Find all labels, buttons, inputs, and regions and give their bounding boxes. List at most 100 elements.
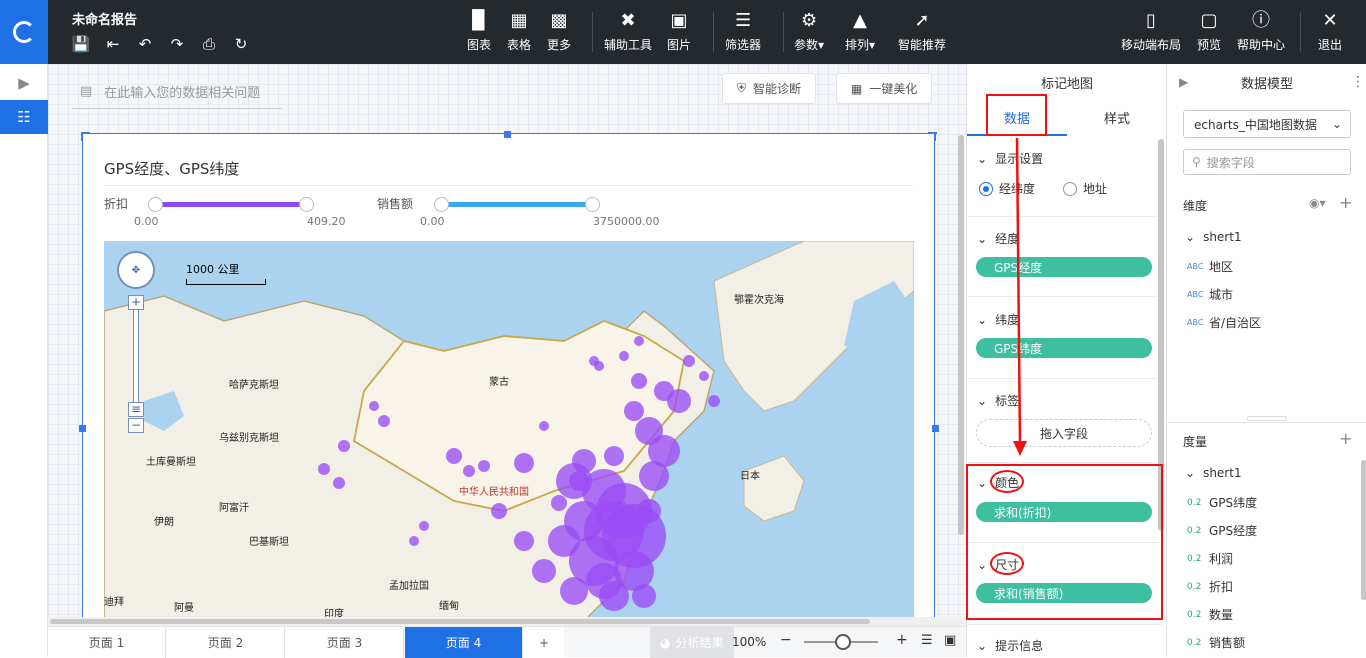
- more-menu-icon[interactable]: ⋮: [1351, 74, 1365, 90]
- fit-screen-icon[interactable]: ▣: [944, 633, 956, 648]
- collapse-panel-icon[interactable]: ▶: [0, 66, 48, 100]
- tooltip-section[interactable]: ⌄ 提示信息: [977, 637, 1043, 654]
- arrange-button[interactable]: ▲ 排列▾: [845, 10, 875, 53]
- data-bubble[interactable]: [514, 531, 534, 551]
- splitter-handle[interactable]: [1247, 416, 1287, 421]
- tab-data[interactable]: 数据: [967, 100, 1067, 136]
- zoom-slider[interactable]: [133, 297, 139, 412]
- assist-tools-button[interactable]: ✖ 辅助工具: [604, 10, 652, 53]
- filter-button[interactable]: ☰ 筛选器: [725, 10, 761, 53]
- zoom-in-button[interactable]: +: [128, 295, 144, 310]
- resize-handle[interactable]: [81, 132, 83, 141]
- sales-slider-track[interactable]: [441, 202, 591, 207]
- data-bubble[interactable]: [338, 440, 350, 452]
- data-bubble[interactable]: [699, 371, 709, 381]
- report-title[interactable]: 未命名报告: [72, 9, 137, 28]
- data-model-nav-icon[interactable]: ☷: [0, 100, 48, 134]
- redo-icon[interactable]: ↷: [168, 35, 186, 53]
- data-bubble[interactable]: [539, 421, 549, 431]
- measure-field-sales[interactable]: 0.2 销售额: [1187, 634, 1245, 651]
- data-bubble[interactable]: [318, 463, 330, 475]
- data-bubble[interactable]: [333, 477, 345, 489]
- data-bubble[interactable]: [569, 471, 589, 491]
- data-bubble[interactable]: [619, 351, 629, 361]
- sales-slider-max-handle[interactable]: [585, 197, 600, 212]
- refresh-icon[interactable]: ↻: [232, 35, 250, 53]
- zoom-minus-icon[interactable]: −: [780, 632, 792, 648]
- scroll-thumb[interactable]: [50, 619, 870, 624]
- data-bubble[interactable]: [634, 336, 644, 346]
- measure-field-gps-lng[interactable]: 0.2 GPS经度: [1187, 522, 1257, 539]
- add-measure-icon[interactable]: +: [1339, 429, 1352, 448]
- zoom-out-button[interactable]: −: [128, 418, 144, 433]
- panel-scrollbar[interactable]: [1158, 139, 1164, 531]
- field-search-input[interactable]: ⚲ 搜索字段: [1183, 149, 1351, 175]
- canvas-horizontal-scrollbar[interactable]: [48, 617, 966, 626]
- analysis-results-button[interactable]: ◕ 分析结果: [650, 627, 734, 658]
- add-page-button[interactable]: +: [524, 627, 564, 658]
- data-bubble[interactable]: [631, 373, 647, 389]
- dataset-select[interactable]: echarts_中国地图数据 ⌄: [1183, 110, 1351, 138]
- one-click-beautify-button[interactable]: ▦ 一键美化: [836, 73, 933, 104]
- resize-handle[interactable]: [79, 425, 86, 432]
- zoom-handle[interactable]: ≡: [128, 402, 144, 417]
- measure-field-profit[interactable]: 0.2 利润: [1187, 550, 1233, 567]
- pan-control[interactable]: ✥: [117, 251, 155, 289]
- dim-field-province[interactable]: ABC 省/自治区: [1187, 314, 1261, 331]
- tab-page-1[interactable]: 页面 1: [48, 627, 166, 658]
- globe-icon[interactable]: ◉▾: [1309, 196, 1326, 210]
- model-scrollbar[interactable]: [1361, 460, 1366, 600]
- data-bubble[interactable]: [560, 577, 588, 605]
- zoom-plus-icon[interactable]: +: [896, 632, 908, 648]
- data-bubble[interactable]: [446, 448, 462, 464]
- tab-style[interactable]: 样式: [1067, 100, 1167, 136]
- dim-field-region[interactable]: ABC 地区: [1187, 258, 1233, 275]
- size-field-chip[interactable]: 求和(销售额): [976, 583, 1152, 603]
- color-section[interactable]: ⌄ 颜色: [977, 474, 1019, 491]
- undo-icon[interactable]: ↶: [136, 35, 154, 53]
- discount-slider-max-handle[interactable]: [299, 197, 314, 212]
- dim-field-city[interactable]: ABC 城市: [1187, 286, 1233, 303]
- preview-button[interactable]: ▢ 预览: [1197, 10, 1221, 53]
- data-bubble[interactable]: [478, 460, 490, 472]
- data-bubble[interactable]: [639, 461, 669, 491]
- data-bubble[interactable]: [708, 395, 720, 407]
- help-button[interactable]: ⓘ 帮助中心: [1237, 10, 1285, 53]
- exit-button[interactable]: ✕ 退出: [1318, 10, 1342, 53]
- chart-button[interactable]: ▉ 图表: [467, 10, 491, 53]
- canvas-vertical-scrollbar[interactable]: [958, 135, 964, 535]
- smart-diagnose-button[interactable]: ⛨ 智能诊断: [722, 73, 817, 104]
- mobile-layout-button[interactable]: ▯ 移动端布局: [1121, 10, 1181, 53]
- data-bubble[interactable]: [378, 415, 390, 427]
- table-button[interactable]: ▦ 表格: [507, 10, 531, 53]
- print-icon[interactable]: ⎙: [200, 35, 218, 53]
- data-bubble[interactable]: [667, 389, 691, 413]
- app-logo[interactable]: [0, 0, 48, 64]
- resize-handle[interactable]: [932, 425, 939, 432]
- map-area[interactable]: 鄂霍次克海 哈萨克斯坦 蒙古 乌兹别克斯坦 土库曼斯坦 中华人民共和国 日本 伊朗 阿富汗 巴基斯…: [104, 241, 914, 617]
- radio-address[interactable]: 地址: [1063, 180, 1107, 197]
- measure-field-gps-lat[interactable]: 0.2 GPS纬度: [1187, 494, 1257, 511]
- data-bubble[interactable]: [637, 499, 661, 523]
- resize-handle[interactable]: [504, 131, 511, 138]
- data-bubble[interactable]: [589, 356, 599, 366]
- measure-field-quantity[interactable]: 0.2 数量: [1187, 606, 1233, 623]
- measure-field-discount[interactable]: 0.2 折扣: [1187, 578, 1233, 595]
- params-button[interactable]: ⚙ 参数▾: [794, 10, 824, 53]
- data-bubble[interactable]: [532, 559, 556, 583]
- save-icon[interactable]: 💾: [72, 35, 91, 53]
- fit-width-icon[interactable]: ☰: [921, 633, 933, 648]
- tab-page-3[interactable]: 页面 3: [286, 627, 404, 658]
- data-bubble[interactable]: [419, 521, 429, 531]
- map-widget[interactable]: GPS经度、GPS纬度 折扣 0.00 409.20 销售额 0.00 3750…: [79, 131, 939, 617]
- back-to-start-icon[interactable]: ⇤: [104, 35, 122, 53]
- size-section[interactable]: ⌄ 尺寸: [977, 556, 1019, 573]
- data-bubble[interactable]: [409, 536, 419, 546]
- tab-page-4[interactable]: 页面 4: [405, 627, 523, 658]
- add-dimension-icon[interactable]: +: [1339, 193, 1352, 212]
- color-field-chip[interactable]: 求和(折扣): [976, 502, 1152, 522]
- sales-slider-min-handle[interactable]: [434, 197, 449, 212]
- data-bubble[interactable]: [514, 453, 534, 473]
- data-bubble[interactable]: [604, 446, 624, 466]
- zoom-knob[interactable]: [835, 634, 851, 650]
